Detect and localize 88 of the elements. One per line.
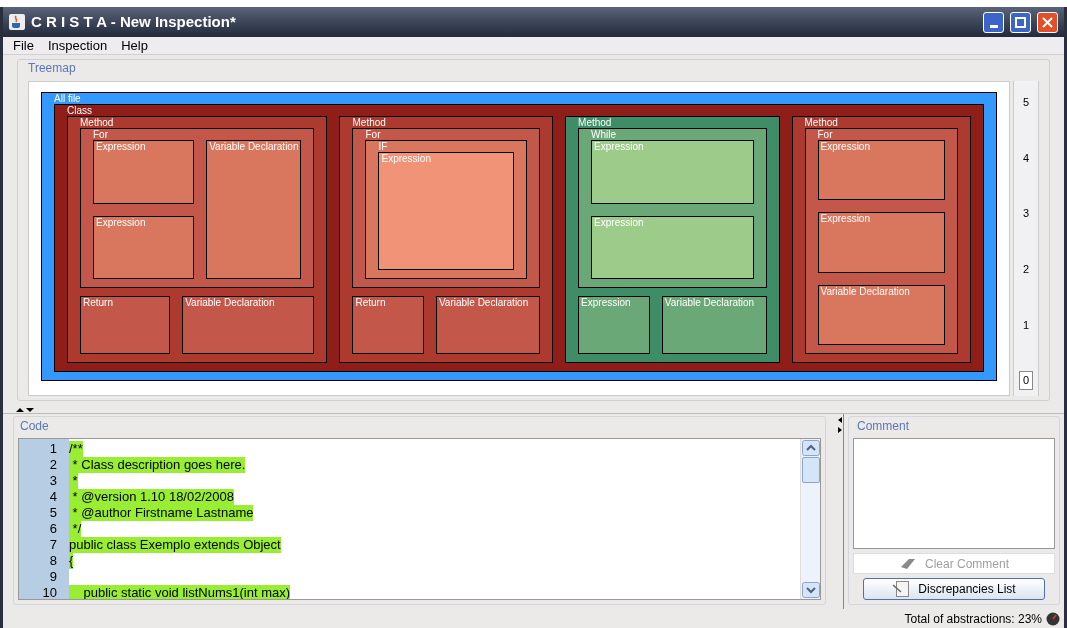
menu-item[interactable]: Inspection xyxy=(47,35,108,56)
scale-level[interactable]: 4 xyxy=(1018,148,1034,168)
treemap-block[interactable]: Expression xyxy=(378,152,515,270)
block-label: Return xyxy=(83,297,113,308)
close-button[interactable] xyxy=(1037,11,1058,33)
scale-level[interactable]: 3 xyxy=(1018,204,1034,223)
block-label: Method xyxy=(352,117,386,128)
block-label: Method xyxy=(578,117,612,128)
menu-item[interactable]: Help xyxy=(121,35,148,56)
scale-level[interactable]: 0 xyxy=(1018,371,1034,390)
line-number: 6 xyxy=(48,521,58,537)
block-label: For xyxy=(365,129,381,140)
treemap-block[interactable]: Expression xyxy=(578,296,650,354)
window-title: C R I S T A - New Inspection* xyxy=(31,11,236,32)
block-label: Expression xyxy=(581,297,631,308)
minimize-button[interactable] xyxy=(983,11,1004,33)
block-label: Expression xyxy=(96,141,146,152)
block-label: Return xyxy=(355,297,386,308)
treemap-block[interactable]: Expression xyxy=(93,215,195,279)
line-number: 5 xyxy=(48,505,58,521)
minimize-icon xyxy=(989,24,998,28)
treemap-block[interactable]: Variable Declaration xyxy=(182,296,315,354)
discrepancies-list-button[interactable]: Discrepancies List xyxy=(863,578,1045,600)
block-label: For xyxy=(817,129,833,140)
treemap-block[interactable]: For Expression Expression Variable Declaration xyxy=(80,128,315,288)
line-number: 1 xyxy=(48,441,58,457)
block-label: Method xyxy=(804,117,838,128)
treemap-block[interactable]: Method While Expression Expression Expression Variable Declaration xyxy=(565,116,780,363)
block-label: Expression xyxy=(381,153,431,164)
scale-level[interactable]: 5 xyxy=(1018,93,1034,112)
line-number: 8 xyxy=(48,553,58,569)
maximize-icon xyxy=(1015,16,1026,28)
scroll-up-icon[interactable] xyxy=(801,440,820,456)
block-label: Expression xyxy=(594,141,644,152)
panel-title: Comment xyxy=(856,418,910,435)
treemap-block[interactable]: Expression xyxy=(817,212,945,273)
treemap-block[interactable]: Method For IF Expression Return Variable Declaration xyxy=(339,116,554,363)
block-label: Variable Declaration xyxy=(664,297,755,308)
close-icon xyxy=(1042,16,1053,28)
line-number: 7 xyxy=(48,537,58,553)
treemap-block[interactable]: Expression xyxy=(93,140,195,204)
block-label: Expression xyxy=(96,216,146,228)
splitter-arrows-icon[interactable] xyxy=(836,416,843,434)
block-label: Variable Declaration xyxy=(209,141,299,152)
treemap-block[interactable]: For Expression Expression Variable Declaration xyxy=(804,128,958,354)
maximize-button[interactable] xyxy=(1010,11,1031,33)
treemap-block[interactable]: Variable Declaration xyxy=(435,296,541,354)
block-label: Expression xyxy=(820,213,870,225)
comment-field[interactable] xyxy=(853,438,1055,550)
line-number: 3 xyxy=(48,473,58,489)
menu-item[interactable]: File xyxy=(13,35,34,56)
scroll-down-icon[interactable] xyxy=(801,582,820,598)
line-number: 2 xyxy=(48,457,58,473)
line-number: 10 xyxy=(41,585,58,599)
treemap-block[interactable]: IF Expression xyxy=(365,140,528,279)
coffee-cup-icon xyxy=(9,14,25,30)
treemap-block[interactable]: Method For Expression Expression Variable Declaration xyxy=(791,116,971,363)
block-label: IF xyxy=(378,141,388,152)
treemap-block[interactable]: Variable Declaration xyxy=(206,140,302,279)
treemap-block[interactable]: Variable Declaration xyxy=(661,296,767,354)
block-label: Expression xyxy=(820,141,870,152)
block-label: For xyxy=(93,129,108,140)
block-label: While xyxy=(591,129,617,140)
scale-level[interactable]: 2 xyxy=(1018,260,1034,279)
panel-title: Treemap xyxy=(28,60,76,77)
panel-title: Code xyxy=(19,418,50,435)
block-label: Variable Declaration xyxy=(185,297,275,308)
block-label: Class xyxy=(67,105,92,116)
treemap-block[interactable]: Expression xyxy=(817,140,945,201)
line-number: 9 xyxy=(48,569,58,585)
treemap-block[interactable]: For IF Expression xyxy=(352,128,541,288)
block-label: Method xyxy=(80,117,114,128)
document-icon xyxy=(892,581,911,598)
splitter-arrows-icon[interactable] xyxy=(15,407,35,413)
status-text: Total of abstractions: 23% xyxy=(904,610,1042,628)
treemap-block[interactable]: Return xyxy=(80,296,171,354)
block-label: Expression xyxy=(594,216,644,228)
line-number: 4 xyxy=(48,489,58,505)
block-label: All file xyxy=(54,93,81,104)
vertical-scrollbar[interactable] xyxy=(800,439,820,599)
gauge-icon xyxy=(1046,611,1060,626)
scale-level[interactable]: 1 xyxy=(1018,315,1034,335)
block-label: Variable Declaration xyxy=(438,297,529,308)
block-label: Variable Declaration xyxy=(820,285,910,297)
treemap-block[interactable]: Method For Expression Expression Variable Declaration Return Variable Declaration xyxy=(67,116,328,363)
treemap-block[interactable]: Return xyxy=(352,296,424,354)
treemap-block[interactable]: Variable Declaration xyxy=(817,284,945,345)
scroll-thumb[interactable] xyxy=(801,457,820,483)
